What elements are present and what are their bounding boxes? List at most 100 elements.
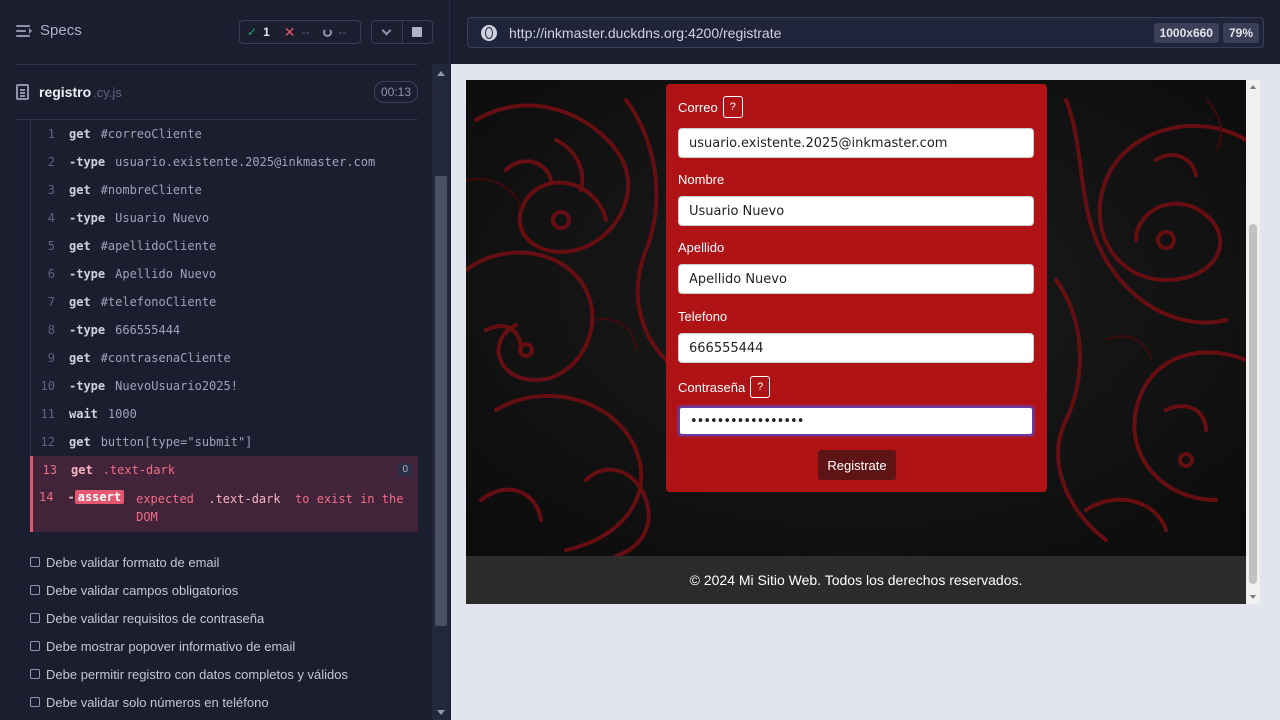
file-icon (16, 84, 29, 100)
command-number: 9 (47, 351, 55, 365)
url-text: http://inkmaster.duckdns.org:4200/regist… (509, 24, 782, 41)
command-row[interactable]: 1 get #correoCliente (31, 120, 418, 148)
test-item[interactable]: Debe validar campos obligatorios (30, 576, 348, 604)
globe-icon (481, 24, 497, 41)
assert-selector: .text-dark (208, 492, 281, 506)
command-row[interactable]: 10 -type NuevoUsuario2025! (31, 372, 418, 400)
runner-scrollbar[interactable] (432, 64, 450, 720)
nombre-label-text: Nombre (678, 172, 725, 187)
scrollbar-thumb[interactable] (435, 176, 447, 626)
registrate-button[interactable]: Registrate (818, 450, 896, 480)
test-status-icon (30, 585, 40, 595)
menu-icon (16, 24, 32, 37)
test-item[interactable]: Debe mostrar popover informativo de emai… (30, 632, 348, 660)
command-number: 2 (47, 155, 55, 169)
command-row[interactable]: 2 -type usuario.existente.2025@inkmaster.c… (31, 148, 418, 176)
command-list: 1 get #correoCliente 2 -type usuario.existent… (30, 120, 418, 532)
url-bar-area: http://inkmaster.duckdns.org:4200/regist… (451, 0, 1280, 64)
telefono-field[interactable]: 666555444 (678, 333, 1034, 363)
spec-header: registro .cy.js 00:13 (16, 80, 418, 104)
test-item[interactable]: Debe permitir registro con datos complet… (30, 660, 348, 688)
assert-text-expected: expected (136, 492, 194, 506)
command-argument: #apellidoCliente (100, 239, 217, 253)
test-item[interactable]: Debe validar formato de email (30, 548, 348, 576)
hero-background: Correo ? usuario.existente.2025@inkmaste… (466, 80, 1246, 556)
command-name: wait (69, 407, 98, 421)
command-number: 14 (39, 490, 54, 504)
preview-panel: http://inkmaster.duckdns.org:4200/regist… (451, 0, 1280, 720)
command-name: get (69, 295, 91, 309)
command-argument: NuevoUsuario2025! (115, 379, 238, 393)
x-icon: ✕ (283, 23, 296, 40)
element-count-badge: 0 (398, 463, 412, 476)
command-name: get (69, 183, 91, 197)
command-argument: #nombreCliente (100, 183, 202, 197)
runner-topbar: Specs ✓ 1 ✕ -- -- (0, 0, 450, 64)
viewport-badge[interactable]: 1000x660 (1153, 22, 1219, 43)
test-title: Debe validar requisitos de contraseña (46, 610, 265, 626)
command-number: 4 (47, 211, 55, 225)
command-number: 7 (47, 295, 55, 309)
assert-tag: assert (74, 490, 125, 504)
command-argument: #correoCliente (100, 127, 202, 141)
runner-panel: Specs ✓ 1 ✕ -- -- registro .cy.js 00:13 (0, 0, 450, 720)
correo-help-button[interactable]: ? (722, 96, 743, 118)
test-status-icon (30, 669, 40, 679)
dropdown-button[interactable] (372, 21, 402, 43)
command-name: get (69, 127, 91, 141)
correo-label: Correo ? (678, 96, 743, 118)
scroll-up-icon[interactable] (437, 71, 445, 76)
nombre-field[interactable]: Usuario Nuevo (678, 196, 1034, 226)
command-row[interactable]: 11 wait 1000 (31, 400, 418, 428)
scrollbar-thumb[interactable] (1249, 224, 1257, 584)
command-row[interactable]: 6 -type Apellido Nuevo (31, 260, 418, 288)
telefono-label: Telefono (678, 309, 727, 324)
command-name: get (69, 351, 91, 365)
test-item[interactable]: Debe validar solo números en teléfono (30, 688, 348, 716)
command-argument: 666555444 (115, 323, 181, 337)
command-row[interactable]: 3 get #nombreCliente (31, 176, 418, 204)
zoom-badge[interactable]: 79% (1222, 22, 1259, 43)
correo-field[interactable]: usuario.existente.2025@inkmaster.com (678, 128, 1034, 158)
passed-stat: ✓ 1 (240, 25, 277, 39)
command-argument: Apellido Nuevo (115, 267, 217, 281)
scroll-down-icon[interactable] (1250, 595, 1256, 599)
command-row[interactable]: 5 get #apellidoCliente (31, 232, 418, 260)
command-argument: button[type="submit"] (100, 435, 253, 449)
stop-icon (412, 27, 423, 37)
stop-button[interactable] (401, 21, 433, 43)
command-row[interactable]: 7 get #telefonoCliente (31, 288, 418, 316)
app-scrollbar[interactable] (1246, 80, 1260, 604)
command-row[interactable]: 9 get #contrasenaCliente (31, 344, 418, 372)
apellido-label-text: Apellido (678, 240, 725, 255)
command-row[interactable]: 13 get .text-dark 0 (30, 456, 418, 484)
command-number: 13 (42, 463, 57, 477)
command-row-assert[interactable]: 14 - assert expected .text-dark to exist… (30, 484, 418, 532)
command-name: get (71, 463, 93, 477)
test-title: Debe validar formato de email (46, 554, 220, 570)
command-name: get (69, 435, 91, 449)
command-dash: - (67, 490, 75, 504)
run-controls (371, 20, 433, 44)
contrasena-help-button[interactable]: ? (750, 376, 771, 398)
command-row[interactable]: 8 -type 666555444 (31, 316, 418, 344)
command-number: 6 (47, 267, 55, 281)
command-argument: 1000 (107, 407, 137, 421)
apellido-label: Apellido (678, 240, 724, 255)
spec-name: registro (39, 84, 92, 100)
correo-label-text: Correo (678, 99, 718, 115)
test-item[interactable]: Debe validar requisitos de contraseña (30, 604, 348, 632)
scroll-down-icon[interactable] (437, 710, 445, 715)
command-argument: usuario.existente.2025@inkmaster.com (115, 155, 376, 169)
command-name: -type (69, 323, 106, 337)
specs-label: Specs (40, 22, 82, 39)
command-argument: #telefonoCliente (100, 295, 217, 309)
command-row[interactable]: 4 -type Usuario Nuevo (31, 204, 418, 232)
command-argument: #contrasenaCliente (100, 351, 231, 365)
apellido-field[interactable]: Apellido Nuevo (678, 264, 1034, 294)
scroll-up-icon[interactable] (1250, 85, 1256, 89)
command-row[interactable]: 12 get button[type="submit"] (31, 428, 418, 456)
url-bar[interactable]: http://inkmaster.duckdns.org:4200/regist… (467, 17, 1264, 48)
specs-toggle-button[interactable]: Specs (16, 22, 82, 39)
contrasena-field[interactable]: ••••••••••••••••• (678, 406, 1034, 436)
